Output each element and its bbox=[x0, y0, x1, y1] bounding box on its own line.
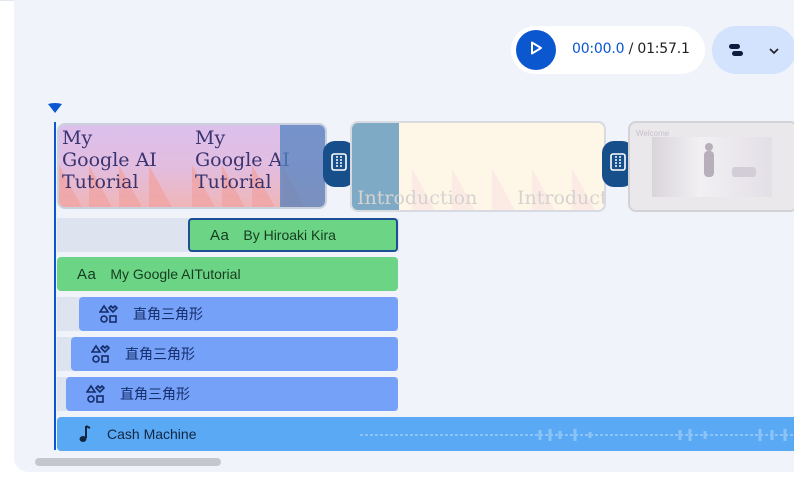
shapes-icon bbox=[99, 304, 119, 324]
shapes-icon bbox=[86, 384, 106, 404]
shape-clip[interactable]: 直角三角形 bbox=[71, 337, 398, 371]
chevron-down-icon bbox=[768, 44, 780, 62]
text-clip-label: By Hiroaki Kira bbox=[243, 227, 336, 243]
music-note-icon bbox=[77, 424, 93, 444]
total-time: 01:57.1 bbox=[637, 41, 690, 57]
shape-clip-label: 直角三角形 bbox=[125, 346, 195, 362]
shape-clip-label: 直角三角形 bbox=[133, 306, 203, 322]
clip-title-text: My Google AI Tutorial bbox=[195, 127, 290, 193]
transition-icon bbox=[609, 152, 627, 177]
shape-clip[interactable]: 直角三角形 bbox=[79, 297, 398, 331]
transition-icon bbox=[330, 152, 348, 177]
playhead-handle[interactable] bbox=[47, 101, 63, 119]
layout-icon bbox=[727, 41, 745, 64]
clip-title-text: Introduction bbox=[517, 187, 606, 209]
clip-trim-selection[interactable] bbox=[280, 125, 325, 207]
video-clip-photo[interactable]: Welcome bbox=[628, 121, 794, 212]
time-separator: / bbox=[628, 41, 634, 57]
video-clip-introduction[interactable]: Introduction Introduction bbox=[350, 121, 606, 212]
shape-clip-label: 直角三角形 bbox=[120, 386, 190, 402]
play-icon bbox=[528, 40, 544, 61]
playhead-line bbox=[54, 122, 56, 450]
clip-thumbnail bbox=[652, 137, 772, 197]
text-icon: Aa bbox=[77, 265, 97, 283]
horizontal-scrollbar[interactable] bbox=[35, 458, 221, 466]
time-readout: 00:00.0 / 01:57.1 bbox=[572, 41, 690, 57]
clip-title-text: My Google AI Tutorial bbox=[62, 127, 157, 193]
text-clip-title[interactable]: Aa My Google AITutorial bbox=[57, 257, 398, 291]
play-button[interactable] bbox=[516, 30, 556, 70]
current-time: 00:00.0 bbox=[572, 41, 625, 57]
text-clip-byline[interactable]: Aa By Hiroaki Kira bbox=[188, 218, 398, 252]
shape-clip[interactable]: 直角三角形 bbox=[66, 377, 398, 411]
audio-waveform bbox=[360, 429, 794, 441]
clip-title-text: Introduction bbox=[357, 187, 478, 209]
video-clip-title[interactable]: My Google AI Tutorial My Google AI Tutorial bbox=[57, 123, 327, 209]
layout-menu-button[interactable] bbox=[712, 26, 794, 74]
shapes-icon bbox=[91, 344, 111, 364]
clip-thumbnail: My Google AI Tutorial bbox=[59, 125, 192, 207]
text-icon: Aa bbox=[210, 226, 230, 244]
text-clip-label: My Google AITutorial bbox=[110, 266, 241, 282]
audio-clip-label: Cash Machine bbox=[107, 426, 197, 442]
